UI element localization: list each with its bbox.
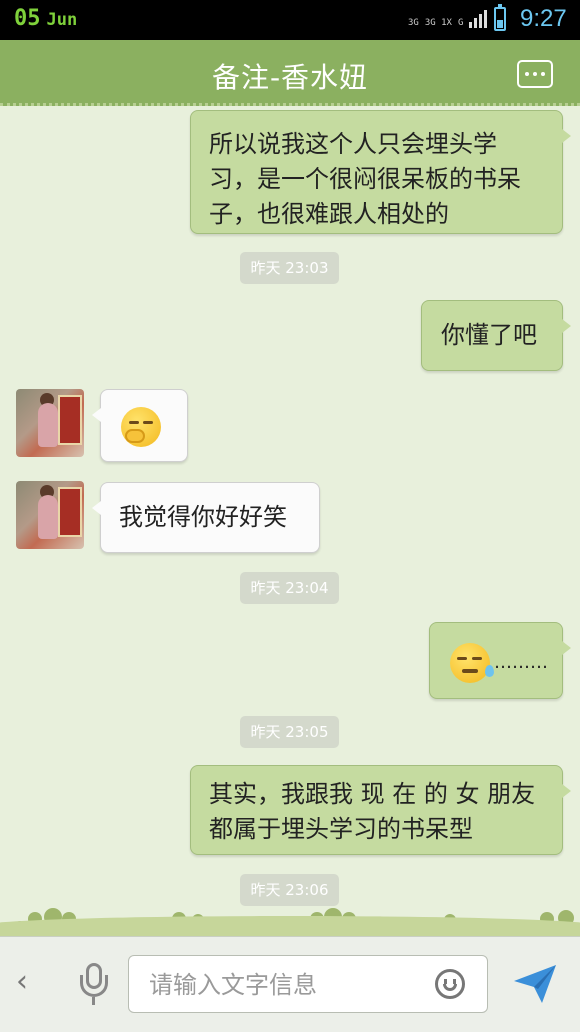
message-bubble-outgoing[interactable]: ……… <box>429 622 571 699</box>
message-bubble-outgoing[interactable]: 其实，我跟我 现 在 的 女 朋友 都属于埋头学习的书呆型 <box>190 765 571 855</box>
status-date: 05 Jun <box>14 6 77 31</box>
message-bubble-outgoing[interactable]: 所以说我这个人只会埋头学习，是一个很闷很呆板的书呆子，也很难跟人相处的 <box>190 110 571 234</box>
network-g-icon: G <box>457 18 464 28</box>
send-icon <box>514 965 556 1003</box>
background-scenery <box>0 890 580 936</box>
contact-avatar[interactable] <box>16 481 84 549</box>
message-text: 我觉得你好好笑 <box>119 503 287 531</box>
message-bubble-incoming[interactable] <box>92 389 188 462</box>
emoji-button[interactable] <box>435 969 465 999</box>
timestamp: 昨天 23:04 <box>240 572 339 604</box>
message-text: 其实，我跟我 现 在 的 女 朋友 都属于埋头学习的书呆型 <box>209 780 536 843</box>
signal-icon <box>469 6 488 28</box>
message-bubble-incoming[interactable]: 我觉得你好好笑 <box>92 482 320 553</box>
network-3g1x-icon: 3G 1X <box>424 18 452 28</box>
network-3g-icon: 3G <box>408 18 419 28</box>
message-text: ……… <box>494 652 548 673</box>
more-dots-icon <box>525 72 529 76</box>
voice-input-button[interactable] <box>78 963 110 1007</box>
send-button[interactable] <box>512 963 558 1005</box>
chat-header: 备注-香水妞 <box>0 40 580 106</box>
collapse-button[interactable]: ‹ <box>16 967 28 997</box>
status-day: 05 <box>14 6 41 31</box>
status-bar: 05 Jun 3G 3G 1X G 9:27 <box>0 0 580 40</box>
chat-title: 备注-香水妞 <box>211 61 369 94</box>
message-bubble-outgoing[interactable]: 你懂了吧 <box>421 300 571 371</box>
covering-mouth-emoji-icon <box>121 407 161 447</box>
timestamp: 昨天 23:05 <box>240 716 339 748</box>
message-input-box[interactable] <box>128 955 488 1013</box>
message-input[interactable] <box>147 965 421 1005</box>
message-text: 你懂了吧 <box>441 321 537 349</box>
message-list[interactable]: 所以说我这个人只会埋头学习，是一个很闷很呆板的书呆子，也很难跟人相处的 昨天 2… <box>0 106 580 936</box>
input-bar: ‹ <box>0 936 580 1032</box>
battery-icon <box>494 4 506 31</box>
status-month: Jun <box>46 10 78 30</box>
more-menu-button[interactable] <box>517 60 553 88</box>
message-text: 所以说我这个人只会埋头学习，是一个很闷很呆板的书呆子，也很难跟人相处的 <box>209 130 521 228</box>
sweat-emoji-icon <box>450 643 494 683</box>
contact-avatar[interactable] <box>16 389 84 457</box>
timestamp: 昨天 23:03 <box>240 252 339 284</box>
network-icons: 3G 3G 1X G <box>408 6 488 28</box>
status-time: 9:27 <box>520 5 567 32</box>
